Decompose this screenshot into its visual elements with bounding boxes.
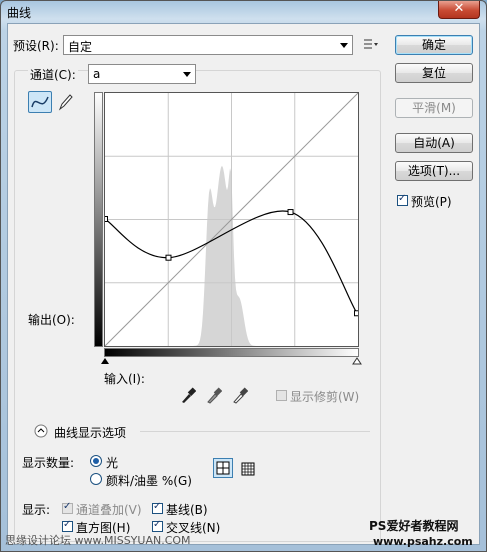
baseline-label: 基线(B) bbox=[166, 503, 208, 517]
gray-eyedropper-icon[interactable] bbox=[206, 386, 222, 404]
preset-value: 自定 bbox=[68, 40, 93, 54]
white-point-slider[interactable] bbox=[352, 357, 362, 365]
channel-select[interactable]: a bbox=[88, 64, 196, 84]
curve-control-point bbox=[165, 254, 172, 261]
window-title: 曲线 bbox=[7, 6, 32, 20]
reset-button[interactable]: 复位 bbox=[395, 63, 473, 83]
title-bar[interactable]: 曲线 ✕ bbox=[1, 1, 486, 23]
preset-select[interactable]: 自定 bbox=[63, 35, 353, 55]
black-eyedropper-icon[interactable] bbox=[180, 386, 196, 404]
smooth-button[interactable]: 平滑(M) bbox=[395, 98, 473, 118]
output-gradient-bar bbox=[94, 92, 103, 347]
grid-4-icon bbox=[216, 461, 230, 475]
pigment-radio[interactable] bbox=[90, 473, 102, 485]
curves-dialog: 曲线 ✕ 预设(R): 自定 确定 复位 平滑(M) 自动(A) 选项(T)..… bbox=[0, 0, 487, 552]
show-clipping-label: 显示修剪(W) bbox=[290, 390, 360, 404]
curve-graph[interactable] bbox=[104, 92, 359, 347]
simple-grid-button[interactable] bbox=[213, 458, 233, 478]
curve-tool-icon bbox=[31, 96, 49, 108]
collapse-icon[interactable] bbox=[34, 424, 48, 438]
channel-label: 通道(C): bbox=[28, 66, 78, 83]
curve-control-point bbox=[354, 310, 358, 317]
white-eyedropper-icon[interactable] bbox=[232, 386, 248, 404]
curve-point-tool[interactable] bbox=[28, 91, 52, 113]
channel-overlays-checkbox[interactable] bbox=[62, 501, 73, 514]
ok-button[interactable]: 确定 bbox=[395, 35, 473, 55]
show-amount-label: 显示数量: bbox=[22, 456, 75, 470]
preview-label: 预览(P) bbox=[411, 195, 452, 209]
pigment-label: 颜料/油墨 %(G) bbox=[106, 474, 192, 488]
show-clipping-checkbox[interactable] bbox=[276, 390, 287, 401]
histogram-checkbox[interactable] bbox=[62, 519, 73, 532]
preset-label: 预设(R): bbox=[13, 39, 59, 53]
input-label: 输入(I): bbox=[104, 372, 145, 386]
chevron-down-icon bbox=[340, 43, 348, 48]
channel-overlays-label: 通道叠加(V) bbox=[76, 503, 142, 517]
watermark-right: PS爱好者教程网 bbox=[369, 519, 459, 533]
dialog-client: 预设(R): 自定 确定 复位 平滑(M) 自动(A) 选项(T)... 预览(… bbox=[7, 23, 480, 545]
watermark-right-url: www.psahz.com bbox=[373, 535, 473, 548]
output-label: 输出(O): bbox=[28, 313, 75, 327]
watermark-left: 思缘设计论坛 www.MISSYUAN.COM bbox=[5, 534, 191, 547]
close-button[interactable]: ✕ bbox=[438, 1, 480, 19]
pencil-icon[interactable] bbox=[56, 92, 74, 112]
channel-value: a bbox=[93, 67, 101, 81]
light-label: 光 bbox=[106, 456, 119, 470]
display-options-title: 曲线显示选项 bbox=[54, 426, 127, 440]
input-gradient-bar bbox=[104, 348, 359, 357]
section-divider bbox=[140, 431, 370, 432]
grid-10-icon[interactable] bbox=[239, 460, 257, 478]
intersection-checkbox[interactable] bbox=[152, 519, 163, 532]
preview-checkbox[interactable] bbox=[397, 193, 408, 206]
curve-control-point bbox=[287, 209, 294, 216]
baseline-checkbox[interactable] bbox=[152, 501, 163, 514]
black-point-slider[interactable] bbox=[100, 357, 110, 365]
chevron-down-icon bbox=[183, 72, 191, 77]
options-button[interactable]: 选项(T)... bbox=[395, 161, 473, 181]
preset-menu-icon[interactable] bbox=[363, 37, 379, 51]
auto-button[interactable]: 自动(A) bbox=[395, 133, 473, 153]
curve-control-point bbox=[105, 216, 108, 223]
show-label: 显示: bbox=[22, 503, 51, 517]
light-radio[interactable] bbox=[90, 455, 102, 467]
